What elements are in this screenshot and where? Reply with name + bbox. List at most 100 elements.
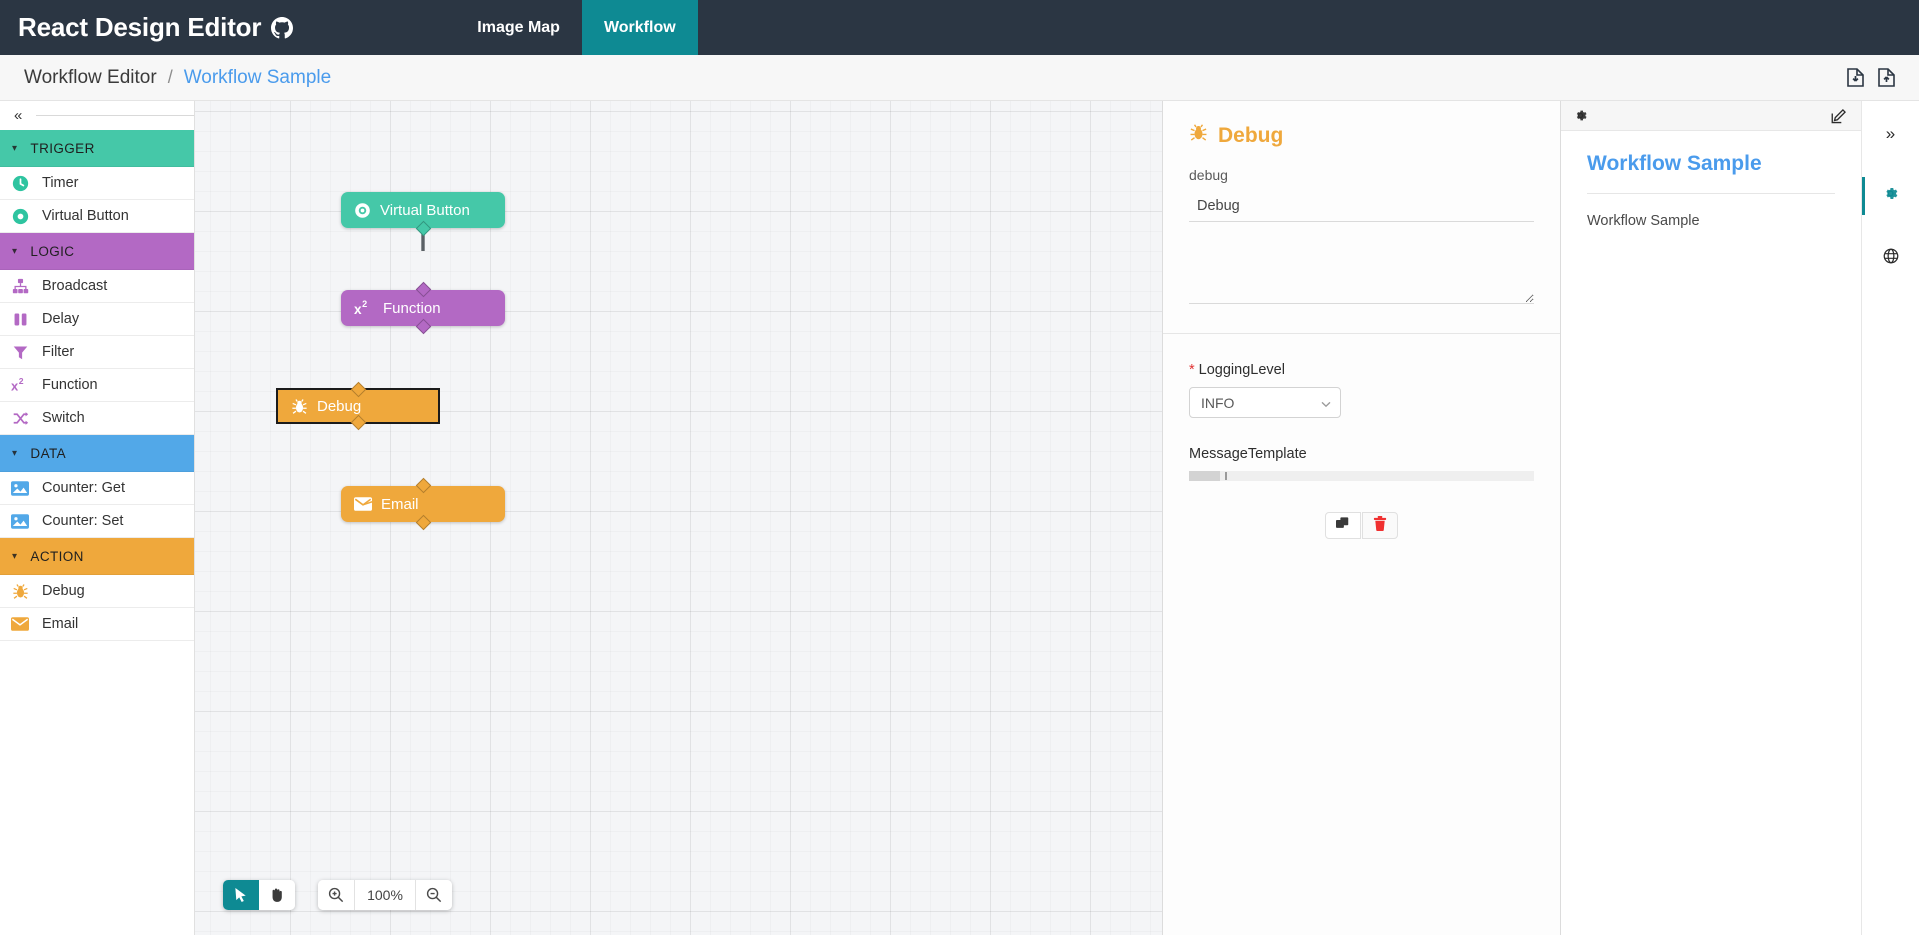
node-port-out[interactable] xyxy=(416,319,432,335)
top-navbar: React Design Editor Image Map Workflow xyxy=(0,0,1919,55)
message-template-label: MessageTemplate xyxy=(1189,446,1534,462)
zoom-out-button[interactable] xyxy=(416,880,452,910)
palette-item-label: Filter xyxy=(42,344,74,360)
file-upload-icon[interactable] xyxy=(1878,68,1895,87)
chevron-double-left-icon[interactable]: « xyxy=(8,108,28,123)
properties-title-text: Debug xyxy=(1218,124,1283,148)
svg-text:2: 2 xyxy=(18,377,23,386)
nav-link-workflow[interactable]: Workflow xyxy=(582,0,698,55)
message-template-scrollbar[interactable] xyxy=(1189,471,1220,481)
logging-level-label-text: LoggingLevel xyxy=(1199,362,1285,378)
breadcrumb-root[interactable]: Workflow Editor xyxy=(24,67,157,89)
properties-divider xyxy=(1163,333,1560,334)
palette-item-switch[interactable]: Switch xyxy=(0,402,194,435)
sitemap-icon xyxy=(10,278,30,295)
workflow-description: Workflow Sample xyxy=(1587,194,1835,229)
sidebar-header: « xyxy=(0,101,194,130)
palette-item-label: Timer xyxy=(42,175,79,191)
palette-item-counter-get[interactable]: Counter: Get xyxy=(0,472,194,505)
palette-group-logic[interactable]: ▾ LOGIC xyxy=(0,233,194,270)
svg-text:x: x xyxy=(354,301,362,316)
svg-text:x: x xyxy=(11,378,19,393)
message-template-caret xyxy=(1225,472,1227,480)
node-port-in[interactable] xyxy=(416,282,432,298)
pause-icon xyxy=(10,311,30,328)
palette-group-label: TRIGGER xyxy=(30,141,94,156)
node-port-in[interactable] xyxy=(351,382,367,398)
workflow-edges xyxy=(195,101,495,251)
envelope-icon xyxy=(354,497,372,511)
zoom-control-group: 100% xyxy=(318,880,452,910)
required-marker: * xyxy=(1189,362,1195,378)
workflow-node-email[interactable]: Email xyxy=(341,486,505,522)
delete-node-button[interactable] xyxy=(1362,512,1398,539)
x-squared-icon: x2 xyxy=(354,300,374,317)
node-port-out[interactable] xyxy=(416,515,432,531)
chevron-down-icon: ▾ xyxy=(12,551,17,562)
workflow-canvas[interactable]: Virtual Button x2 Function Debug xyxy=(195,101,1162,935)
workflow-node-label: Email xyxy=(381,496,419,513)
palette-item-label: Email xyxy=(42,616,78,632)
logging-level-select[interactable]: INFO xyxy=(1189,387,1341,418)
message-template-editor[interactable] xyxy=(1189,471,1534,481)
edit-pencil-icon[interactable] xyxy=(1831,108,1847,124)
palette-group-trigger[interactable]: ▾ TRIGGER xyxy=(0,130,194,167)
palette-item-filter[interactable]: Filter xyxy=(0,336,194,369)
palette-group-data[interactable]: ▾ DATA xyxy=(0,435,194,472)
logging-level-value: INFO xyxy=(1201,395,1234,411)
palette-group-action[interactable]: ▾ ACTION xyxy=(0,538,194,575)
workflow-node-label: Function xyxy=(383,300,441,317)
gear-icon[interactable] xyxy=(1573,108,1588,123)
node-port-in[interactable] xyxy=(416,478,432,494)
pan-mode-button[interactable] xyxy=(259,880,295,910)
node-properties-panel: Debug debug *LoggingLevel INFO MessageTe… xyxy=(1162,101,1561,935)
select-mode-button[interactable] xyxy=(223,880,259,910)
chevron-down-icon xyxy=(1321,395,1331,411)
palette-item-label: Virtual Button xyxy=(42,208,129,224)
chevron-down-icon: ▾ xyxy=(12,246,17,257)
palette-item-counter-set[interactable]: Counter: Set xyxy=(0,505,194,538)
palette-item-virtual-button[interactable]: Virtual Button xyxy=(0,200,194,233)
palette-item-label: Counter: Set xyxy=(42,513,123,529)
expand-rail-button[interactable]: » xyxy=(1862,113,1919,155)
rail-globe-button[interactable] xyxy=(1862,237,1919,279)
breadcrumb-actions xyxy=(1847,68,1905,87)
palette-item-email[interactable]: Email xyxy=(0,608,194,641)
palette-item-debug[interactable]: Debug xyxy=(0,575,194,608)
node-description-textarea[interactable] xyxy=(1189,230,1534,304)
node-port-out[interactable] xyxy=(416,221,432,237)
copy-node-button[interactable] xyxy=(1325,512,1361,539)
workflow-node-function[interactable]: x2 Function xyxy=(341,290,505,326)
info-panel-body: Workflow Sample Workflow Sample xyxy=(1561,131,1861,229)
node-name-input[interactable] xyxy=(1189,194,1534,222)
rail-settings-button[interactable] xyxy=(1862,175,1919,217)
workflow-info-panel: Workflow Sample Workflow Sample xyxy=(1561,101,1861,935)
palette-item-delay[interactable]: Delay xyxy=(0,303,194,336)
main-area: « ▾ TRIGGER Timer Virtual Button ▾ LOGIC xyxy=(0,101,1919,935)
radio-circle-icon xyxy=(10,208,30,225)
zoom-in-button[interactable] xyxy=(318,880,354,910)
palette-item-label: Counter: Get xyxy=(42,480,125,496)
bug-icon xyxy=(291,398,308,415)
zoom-level-label: 100% xyxy=(354,880,416,910)
envelope-icon xyxy=(10,617,30,631)
bug-icon xyxy=(1189,123,1208,148)
palette-item-label: Function xyxy=(42,377,98,393)
palette-item-function[interactable]: x2 Function xyxy=(0,369,194,402)
breadcrumb-current[interactable]: Workflow Sample xyxy=(184,67,331,89)
palette-group-label: DATA xyxy=(30,446,66,461)
node-port-out[interactable] xyxy=(351,415,367,431)
nav-link-image-map[interactable]: Image Map xyxy=(455,0,582,55)
logging-level-label: *LoggingLevel xyxy=(1189,362,1534,378)
svg-text:2: 2 xyxy=(362,300,367,309)
workflow-node-virtual-button[interactable]: Virtual Button xyxy=(341,192,505,228)
gear-icon xyxy=(1882,185,1899,207)
chevron-double-right-icon: » xyxy=(1886,124,1895,144)
workflow-node-debug[interactable]: Debug xyxy=(276,388,440,424)
palette-item-timer[interactable]: Timer xyxy=(0,167,194,200)
palette-item-broadcast[interactable]: Broadcast xyxy=(0,270,194,303)
file-download-icon[interactable] xyxy=(1847,68,1864,87)
nav-links: Image Map Workflow xyxy=(455,0,697,55)
github-icon[interactable] xyxy=(271,17,293,39)
right-rail: » xyxy=(1861,101,1919,935)
